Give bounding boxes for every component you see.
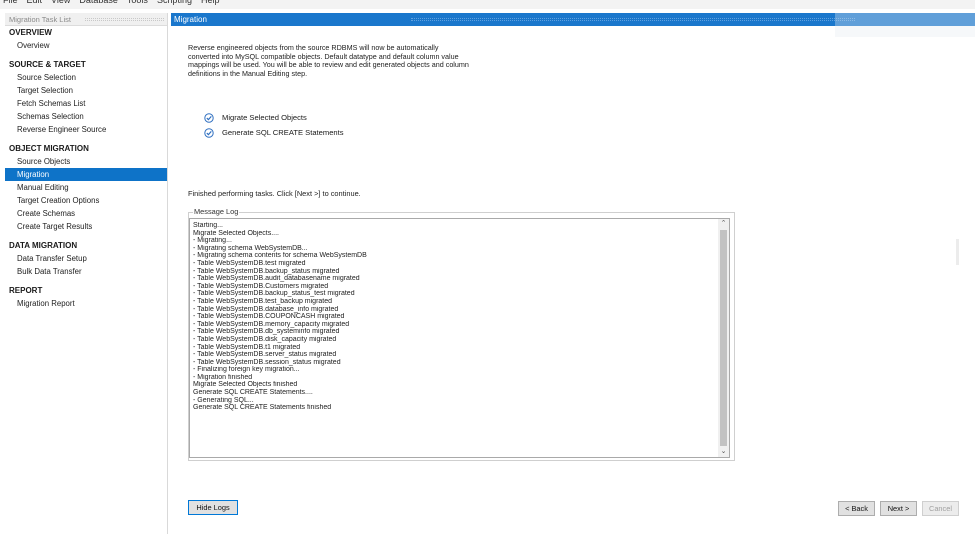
cancel-button[interactable]: Cancel [922, 501, 959, 516]
log-line: - Table WebSystemDB.backup_status_test m… [193, 290, 355, 298]
intro-text: Reverse engineered objects from the sour… [188, 43, 508, 78]
log-line: Generate SQL CREATE Statements finished [193, 404, 332, 412]
sidebar-item-migration-report[interactable]: Migration Report [5, 297, 167, 310]
next-button[interactable]: Next > [880, 501, 917, 516]
scroll-thumb[interactable] [720, 230, 727, 446]
log-line: - Table WebSystemDB.t1 migrated [193, 343, 301, 351]
log-line: - Table WebSystemDB.test_backup migrated [193, 297, 333, 305]
scroll-down-icon[interactable]: ⌄ [718, 447, 729, 457]
sidebar-item-reverse-engineer-source[interactable]: Reverse Engineer Source [5, 123, 167, 136]
log-line: Generate SQL CREATE Statements.... [193, 389, 313, 397]
scroll-up-icon[interactable]: ⌃ [718, 219, 729, 229]
task-label: Generate SQL CREATE Statements [222, 128, 344, 137]
log-line: - Table WebSystemDB.audit_databasename m… [193, 275, 360, 283]
sidebar-item-migration[interactable]: Migration [5, 168, 167, 181]
sidebar-item-target-selection[interactable]: Target Selection [5, 84, 167, 97]
log-line: - Table WebSystemDB.COUPONCASH migrated [193, 313, 345, 321]
section-title: SOURCE & TARGET [9, 60, 86, 69]
menu-item-scripting[interactable]: Scripting [157, 0, 192, 5]
task-label: Migrate Selected Objects [222, 113, 307, 122]
log-line: - Table WebSystemDB.memory_capacity migr… [193, 320, 350, 328]
log-line: - Table WebSystemDB.db_systeminfo migrat… [193, 328, 340, 336]
sidebar-item-source-selection[interactable]: Source Selection [5, 71, 167, 84]
log-line: - Migration finished [193, 373, 253, 381]
menu-items: File Edit View Database Tools Scripting Help [3, 0, 219, 5]
log-line: Starting... [193, 222, 223, 229]
menu-item-tools[interactable]: Tools [127, 0, 148, 5]
sidebar-item-schemas-selection[interactable]: Schemas Selection [5, 110, 167, 123]
log-line: - Migrating schema contents for schema W… [193, 252, 367, 260]
section-title: OBJECT MIGRATION [9, 144, 89, 153]
sidebar-header-grip [85, 18, 164, 21]
log-line: - Table WebSystemDB.server_status migrat… [193, 351, 337, 359]
log-line: - Table WebSystemDB.disk_capacity migrat… [193, 335, 337, 343]
menu-item-edit[interactable]: Edit [27, 0, 43, 5]
task-migrate-objects: Migrate Selected Objects [204, 110, 344, 125]
log-line: Migrate Selected Objects.... [193, 229, 279, 237]
task-checklist: Migrate Selected Objects Generate SQL CR… [204, 110, 344, 140]
sidebar-item-create-schemas[interactable]: Create Schemas [5, 207, 167, 220]
log-line: - Table WebSystemDB.Customers migrated [193, 282, 329, 290]
message-log-label: Message Log [193, 207, 240, 216]
task-generate-sql: Generate SQL CREATE Statements [204, 125, 344, 140]
sidebar-item-bulk-data-transfer[interactable]: Bulk Data Transfer [5, 265, 167, 278]
section-title: DATA MIGRATION [9, 241, 78, 250]
sidebar-item-source-objects[interactable]: Source Objects [5, 155, 167, 168]
sidebar-item-target-creation-options[interactable]: Target Creation Options [5, 194, 167, 207]
sidebar-item-manual-editing[interactable]: Manual Editing [5, 181, 167, 194]
log-line: - Table WebSystemDB.session_status migra… [193, 358, 341, 366]
section-title: OVERVIEW [9, 28, 52, 37]
menu-item-view[interactable]: View [51, 0, 70, 5]
menu-item-database[interactable]: Database [79, 0, 118, 5]
sidebar-item-fetch-schemas-list[interactable]: Fetch Schemas List [5, 97, 167, 110]
message-log[interactable]: Starting... Migrate Selected Objects.... -… [189, 218, 730, 458]
log-line: - Table WebSystemDB.test migrated [193, 259, 306, 267]
menu-bar: File Edit View Database Tools Scripting Help [0, 0, 975, 9]
sidebar-header-label: Migration Task List [9, 14, 71, 24]
log-line: - Generating SQL... [193, 396, 254, 404]
check-circle-icon [204, 112, 214, 123]
sidebar-item-create-target-results[interactable]: Create Target Results [5, 220, 167, 233]
log-lines: Starting... Migrate Selected Objects.... -… [193, 222, 715, 412]
sidebar-item-data-transfer-setup[interactable]: Data Transfer Setup [5, 252, 167, 265]
section-title: REPORT [9, 286, 43, 295]
menu-item-file[interactable]: File [3, 0, 18, 5]
message-log-group: Message Log Starting... Migrate Selected … [188, 207, 735, 461]
intro-line: definitions in the Manual Editing step. [188, 68, 308, 78]
menu-item-help[interactable]: Help [201, 0, 220, 5]
log-line: - Finalizing foreign key migration... [193, 366, 300, 374]
migration-task-sidebar: Migration Task List OVERVIEW Overview SOUR… [5, 13, 168, 534]
check-circle-icon [204, 127, 214, 138]
back-button[interactable]: < Back [838, 501, 875, 516]
hide-logs-button[interactable]: Hide Logs [188, 500, 238, 515]
sidebar-item-overview[interactable]: Overview [5, 39, 167, 52]
status-text: Finished performing tasks. Click [Next >… [188, 189, 361, 198]
log-line: - Table WebSystemDB.backup_status migrat… [193, 267, 340, 275]
log-line: Migrate Selected Objects finished [193, 381, 298, 389]
sidebar-header: Migration Task List [5, 13, 167, 26]
task-list: OVERVIEW Overview SOURCE & TARGET Source Se… [5, 26, 167, 310]
log-line: - Migrating schema WebSystemDB... [193, 244, 308, 252]
migration-page: Reverse engineered objects from the sour… [171, 26, 975, 534]
log-scrollbar[interactable]: ⌃ ⌄ [718, 219, 729, 457]
page-title: Migration [174, 15, 207, 24]
title-bar-pattern [411, 18, 855, 21]
log-line: - Migrating... [193, 237, 232, 245]
splitter-handle[interactable] [956, 239, 959, 265]
log-line: - Table WebSystemDB.database_info migrat… [193, 305, 339, 313]
